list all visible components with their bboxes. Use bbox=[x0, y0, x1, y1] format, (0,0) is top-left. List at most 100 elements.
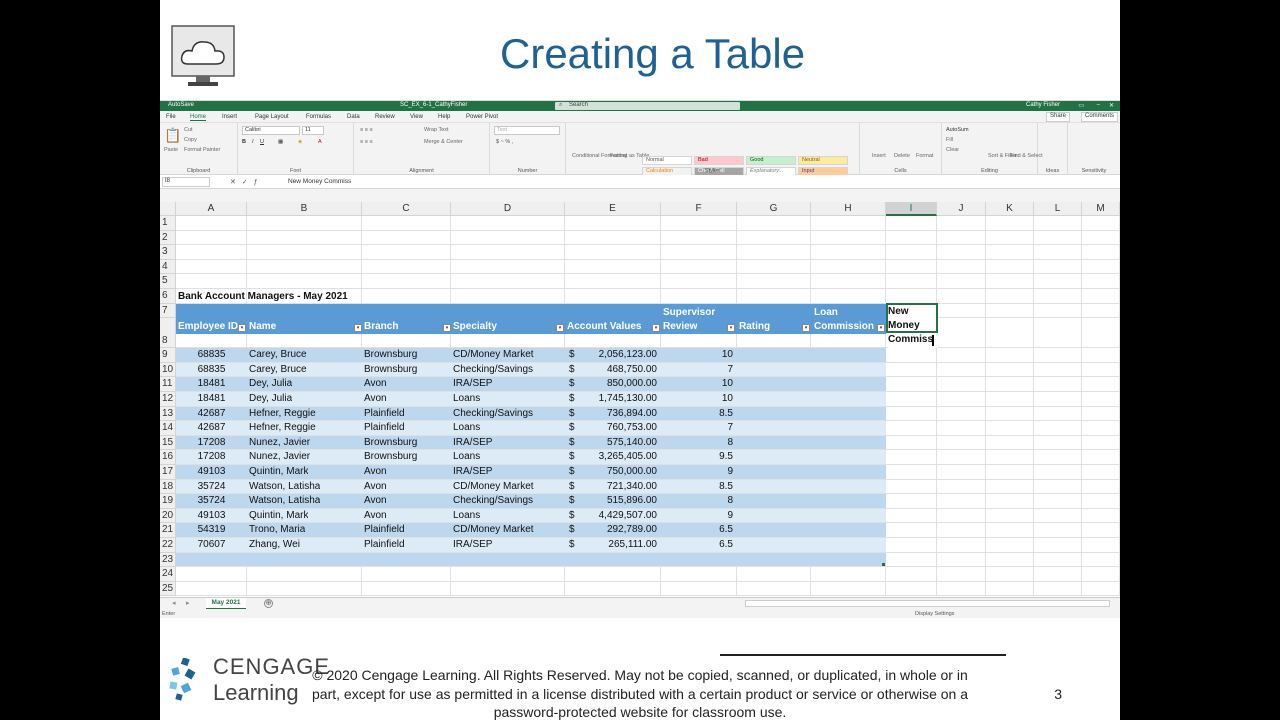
cell-currency-symbol[interactable]: $ bbox=[569, 421, 575, 436]
row-header-24[interactable]: 24 bbox=[160, 567, 176, 582]
cell-name[interactable]: Trono, Maria bbox=[249, 523, 305, 538]
header-supervisor-line2[interactable]: Review bbox=[663, 320, 697, 334]
cell-account-value[interactable]: 515,896.00 bbox=[579, 494, 657, 509]
cell-name[interactable]: Nunez, Javier bbox=[249, 450, 310, 465]
cell-supervisor-review[interactable]: 10 bbox=[661, 377, 733, 392]
cell-name[interactable]: Carey, Bruce bbox=[249, 348, 307, 363]
filter-button-branch[interactable]: ▾ bbox=[443, 324, 451, 332]
cell-name[interactable]: Quintin, Mark bbox=[249, 465, 308, 480]
font-color-icon[interactable]: A bbox=[318, 139, 322, 145]
cell-employee-id[interactable]: 49103 bbox=[176, 465, 247, 480]
wrap-text-button[interactable]: Wrap Text bbox=[424, 127, 449, 133]
tab-formulas[interactable]: Formulas bbox=[306, 114, 331, 120]
cell-supervisor-review[interactable]: 8.5 bbox=[661, 407, 733, 422]
style-good[interactable]: Good bbox=[746, 156, 796, 165]
row-header-12[interactable]: 12 bbox=[160, 392, 176, 407]
row-header-22[interactable]: 22 bbox=[160, 538, 176, 553]
cell-supervisor-review[interactable]: 8 bbox=[661, 436, 733, 451]
row-header-14[interactable]: 14 bbox=[160, 421, 176, 436]
cell-branch[interactable]: Plainfield bbox=[364, 538, 405, 553]
cell-employee-id[interactable]: 70607 bbox=[176, 538, 247, 553]
row-header-15[interactable]: 15 bbox=[160, 435, 176, 451]
cell-employee-id[interactable]: 68835 bbox=[176, 348, 247, 363]
column-header-d[interactable]: D bbox=[451, 202, 565, 216]
italic-button[interactable]: I bbox=[252, 139, 254, 145]
cell-employee-id[interactable]: 35724 bbox=[176, 480, 247, 495]
header-rating[interactable]: Rating bbox=[739, 320, 770, 334]
filter-button-loan[interactable]: ▾ bbox=[877, 324, 885, 332]
row-header-4[interactable]: 4 bbox=[160, 259, 176, 275]
tab-power-pivot[interactable]: Power Pivot bbox=[466, 114, 498, 120]
align-left-icon[interactable]: ≡ ≡ ≡ bbox=[360, 139, 373, 145]
cell-specialty[interactable]: Loans bbox=[453, 509, 480, 524]
row-header-17[interactable]: 17 bbox=[160, 465, 176, 480]
tab-page-layout[interactable]: Page Layout bbox=[255, 114, 289, 120]
cell-currency-symbol[interactable]: $ bbox=[569, 465, 575, 480]
cell-branch[interactable]: Brownsburg bbox=[364, 348, 417, 363]
column-header-j[interactable]: J bbox=[937, 202, 986, 216]
cell-supervisor-review[interactable]: 7 bbox=[661, 363, 733, 378]
cell-name[interactable]: Hefner, Reggie bbox=[249, 421, 316, 436]
cell-branch[interactable]: Brownsburg bbox=[364, 436, 417, 451]
cell-account-value[interactable]: 721,340.00 bbox=[579, 480, 657, 495]
cell-supervisor-review[interactable]: 9 bbox=[661, 509, 733, 524]
cell-specialty[interactable]: IRA/SEP bbox=[453, 465, 492, 480]
row-header-1[interactable]: 1 bbox=[160, 216, 176, 231]
cell-employee-id[interactable]: 42687 bbox=[176, 421, 247, 436]
header-new-money-line3[interactable]: Commiss bbox=[888, 333, 933, 348]
cell-account-value[interactable]: 2,056,123.00 bbox=[579, 348, 657, 363]
tab-insert[interactable]: Insert bbox=[222, 114, 237, 120]
paste-icon[interactable]: 📋 bbox=[164, 127, 181, 144]
cell-branch[interactable]: Plainfield bbox=[364, 421, 405, 436]
ideas-label[interactable]: Ideas bbox=[1038, 168, 1067, 174]
cell-currency-symbol[interactable]: $ bbox=[569, 450, 575, 465]
cell-supervisor-review[interactable]: 7 bbox=[661, 421, 733, 436]
borders-icon[interactable]: ▦ bbox=[278, 139, 283, 145]
column-header-c[interactable]: C bbox=[362, 202, 451, 216]
cell-currency-symbol[interactable]: $ bbox=[569, 538, 575, 553]
cell-employee-id[interactable]: 49103 bbox=[176, 509, 247, 524]
share-button[interactable]: Share bbox=[1045, 112, 1070, 122]
tab-review[interactable]: Review bbox=[375, 114, 395, 120]
cell-currency-symbol[interactable]: $ bbox=[569, 509, 575, 524]
tab-scroll-right-icon[interactable]: ▸ bbox=[186, 599, 190, 607]
cut-button[interactable]: Cut bbox=[184, 127, 193, 133]
header-employee-id[interactable]: Employee ID bbox=[178, 320, 238, 334]
cell-specialty[interactable]: Loans bbox=[453, 450, 480, 465]
cell-specialty[interactable]: Loans bbox=[453, 392, 480, 407]
cell-branch[interactable]: Brownsburg bbox=[364, 450, 417, 465]
cell-branch[interactable]: Plainfield bbox=[364, 407, 405, 422]
tab-home[interactable]: Home bbox=[190, 114, 207, 121]
row-header-25[interactable]: 25 bbox=[160, 581, 176, 597]
row-header-9[interactable]: 9 bbox=[160, 348, 176, 363]
number-format-select[interactable]: Text bbox=[494, 126, 560, 135]
column-header-a[interactable]: A bbox=[176, 202, 247, 216]
cell-name[interactable]: Dey, Julia bbox=[249, 392, 292, 407]
cell-specialty[interactable]: IRA/SEP bbox=[453, 377, 492, 392]
cell-employee-id[interactable]: 18481 bbox=[176, 377, 247, 392]
delete-cells-button[interactable]: Delete bbox=[894, 153, 910, 159]
cell-account-value[interactable]: 292,789.00 bbox=[579, 523, 657, 538]
cell-currency-symbol[interactable]: $ bbox=[569, 392, 575, 407]
cell-currency-symbol[interactable]: $ bbox=[569, 494, 575, 509]
header-loan-line1[interactable]: Loan bbox=[814, 306, 838, 320]
minimize-icon[interactable]: – bbox=[1097, 102, 1100, 108]
insert-cells-button[interactable]: Insert bbox=[872, 153, 886, 159]
filter-button-supervisor[interactable]: ▾ bbox=[727, 324, 735, 332]
tab-scroll-left-icon[interactable]: ◂ bbox=[172, 599, 176, 607]
tab-data[interactable]: Data bbox=[347, 114, 360, 120]
filter-button-rating[interactable]: ▾ bbox=[802, 324, 810, 332]
ribbon-display-icon[interactable]: ▭ bbox=[1078, 102, 1084, 109]
cell-supervisor-review[interactable]: 8 bbox=[661, 494, 733, 509]
select-all-corner[interactable] bbox=[160, 202, 176, 216]
filter-button-employee-id[interactable]: ▾ bbox=[238, 324, 246, 332]
cell-specialty[interactable]: CD/Money Market bbox=[453, 523, 534, 538]
cell-account-value[interactable]: 736,894.00 bbox=[579, 407, 657, 422]
row-header-16[interactable]: 16 bbox=[160, 450, 176, 465]
cell-employee-id[interactable]: 42687 bbox=[176, 407, 247, 422]
cell-employee-id[interactable]: 35724 bbox=[176, 494, 247, 509]
cell-account-value[interactable]: 1,745,130.00 bbox=[579, 392, 657, 407]
row-header-8[interactable]: 8 bbox=[160, 318, 176, 349]
worksheet-grid[interactable]: ABCDEFGHIJKLM 1 2 3 4 5 6 7 8 9 10 11 12 13 14 15 16 17 1… bbox=[160, 202, 1120, 597]
close-icon[interactable]: ✕ bbox=[1109, 102, 1114, 109]
